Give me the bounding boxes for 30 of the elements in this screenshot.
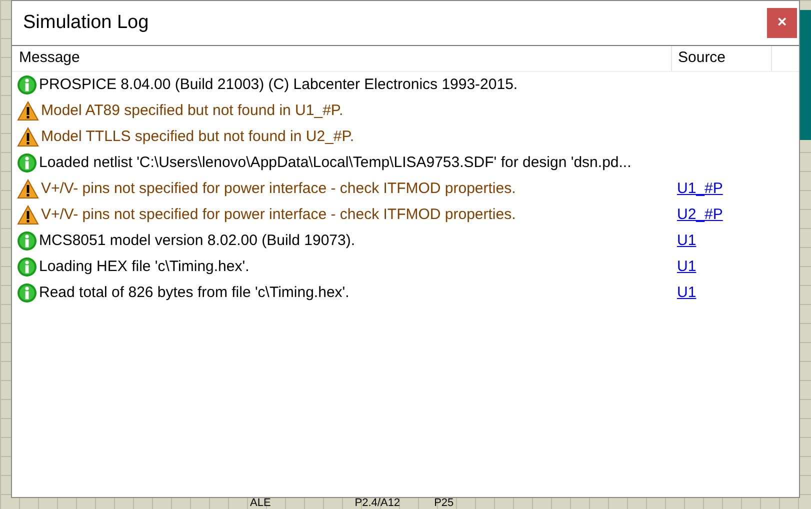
log-message: Loaded netlist 'C:\Users\lenovo\AppData\Local\Temp\LISA9753.SDF' for design 'dsn.pd... bbox=[39, 152, 632, 173]
column-header[interactable]: Message bbox=[12, 46, 672, 71]
warning-icon bbox=[17, 205, 39, 225]
source-link[interactable]: U1 bbox=[677, 256, 696, 278]
log-message: V+/V- pins not specified for power interface - check ITFMOD properties. bbox=[41, 178, 516, 199]
source-link[interactable]: U1_#P bbox=[677, 178, 723, 200]
info-icon bbox=[17, 231, 37, 251]
log-message: Model AT89 specified but not found in U1_#P. bbox=[41, 100, 344, 121]
info-icon bbox=[17, 75, 37, 95]
log-message: PROSPICE 8.04.00 (Build 21003) (C) Labcenter Electronics 1993-2015. bbox=[39, 74, 518, 95]
info-icon bbox=[17, 257, 37, 277]
pin-label: ALE bbox=[250, 497, 271, 509]
warning-icon bbox=[17, 179, 39, 199]
close-button[interactable]: × bbox=[767, 8, 797, 38]
source-link[interactable]: U2_#P bbox=[677, 204, 723, 226]
column-header[interactable]: Source bbox=[672, 46, 772, 71]
log-message: Loading HEX file 'c\Timing.hex'. bbox=[39, 256, 250, 277]
source-link[interactable]: U1 bbox=[677, 282, 696, 304]
source-link[interactable]: U1 bbox=[677, 230, 696, 252]
log-message: V+/V- pins not specified for power interface - check ITFMOD properties. bbox=[41, 204, 516, 225]
info-icon bbox=[17, 283, 37, 303]
info-icon bbox=[17, 153, 37, 173]
log-message: MCS8051 model version 8.02.00 (Build 19073). bbox=[39, 230, 356, 251]
warning-icon bbox=[17, 101, 39, 121]
warning-icon bbox=[17, 127, 39, 147]
window-title: Simulation Log bbox=[23, 10, 149, 35]
pin-label: P25 bbox=[434, 497, 454, 509]
log-message: Model TTLLS specified but not found in U2_#P. bbox=[41, 126, 354, 147]
pin-label: P2.4/A12 bbox=[354, 497, 400, 509]
log-message: Read total of 826 bytes from file 'c\Timing.hex'. bbox=[39, 282, 350, 303]
